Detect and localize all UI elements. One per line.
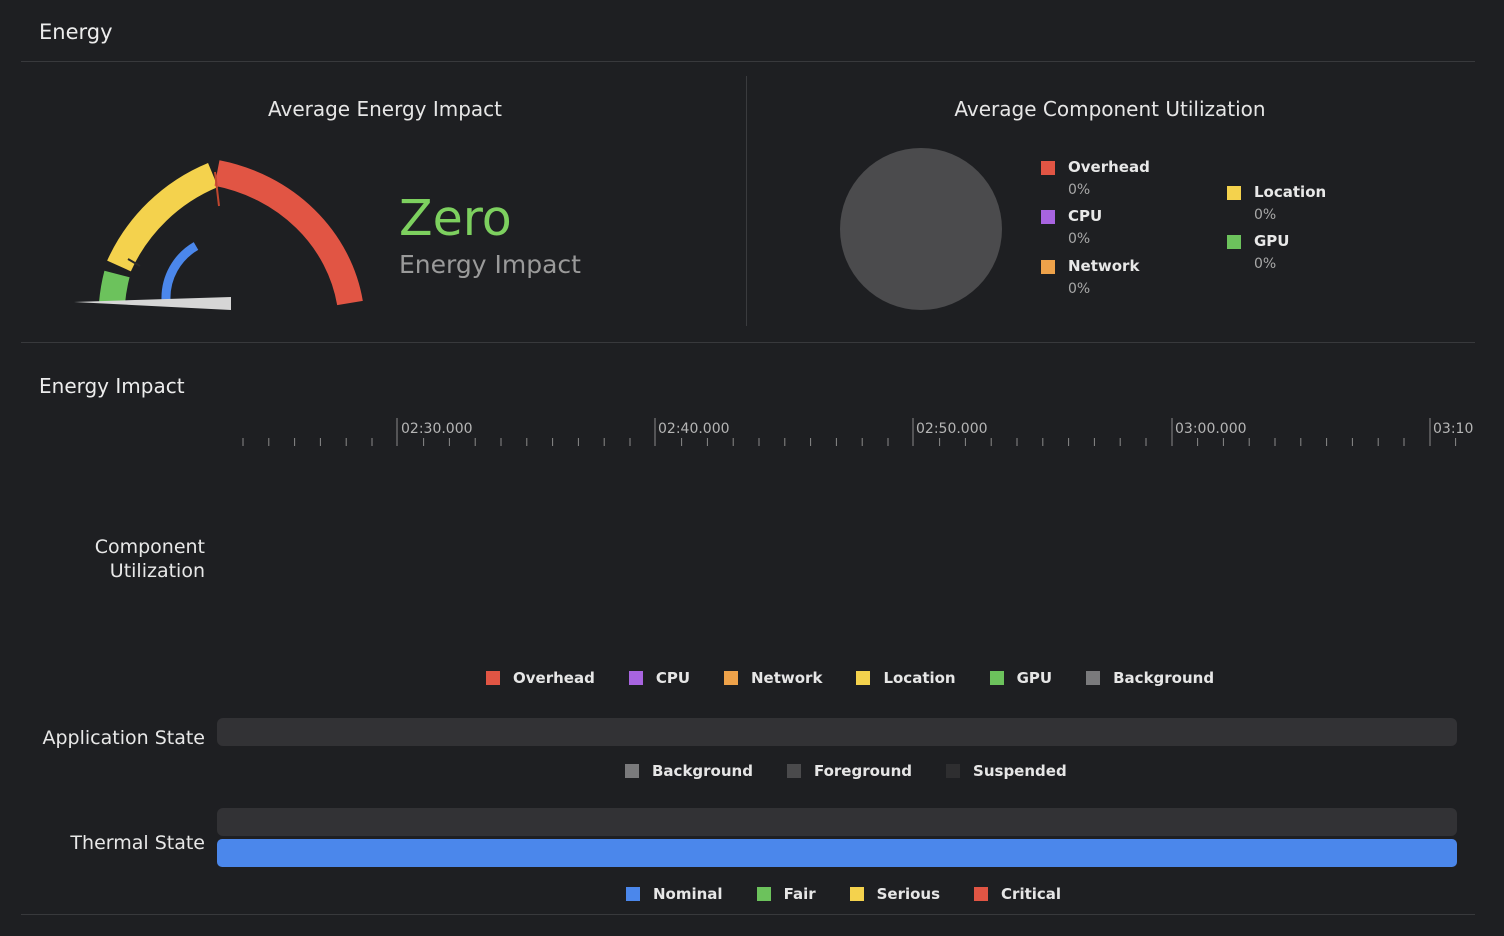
component-utilization-label: Component Utilization [20,535,205,583]
footer-divider [21,914,1475,915]
tick-label-2: 02:50.000 [916,421,988,437]
ts-serious-swatch [849,887,864,901]
gauge-red-segment [214,160,363,306]
cu-location-label: Location [883,669,956,687]
cu-network-label: Network [751,669,823,687]
thermal-state-track[interactable] [217,808,1457,836]
ts-nominal-label: Nominal [653,885,723,903]
gauge-blue-needle-arc [161,242,199,301]
as-legend-background: Background [625,762,753,780]
location-swatch [1227,186,1241,200]
application-state-legend: Background Foreground Suspended [625,762,1067,780]
thermal-state-legend: Nominal Fair Serious Critical [626,885,1061,903]
tick-label-3: 03:00.000 [1175,421,1247,437]
gauge-needle [74,297,231,310]
as-legend-suspended: Suspended [946,762,1067,780]
summary-divider [21,342,1475,343]
thermal-state-label: Thermal State [70,832,205,854]
ts-critical-label: Critical [1001,885,1062,903]
cpu-pct: 0% [1068,231,1091,247]
component-utilization-label-line1: Component [94,536,205,558]
gauge-yellow-segment [107,162,219,272]
ts-legend-nominal: Nominal [626,885,723,903]
ts-legend-serious: Serious [849,885,941,903]
location-pct: 0% [1254,207,1277,223]
ts-fair-label: Fair [783,885,816,903]
timeline-ticks [242,418,1457,446]
cu-legend-cpu: CPU [628,669,690,687]
gpu-pct: 0% [1254,256,1277,272]
gpu-swatch [1227,235,1241,249]
cu-cpu-label: CPU [655,669,690,687]
tick-label-0: 02:30.000 [401,421,473,437]
component-utilization-legend: Overhead CPU Network Location GPU Backgr… [486,669,1214,687]
cu-gpu-swatch [989,671,1004,685]
cu-legend-gpu: GPU [989,669,1053,687]
application-state-track[interactable] [217,718,1457,746]
energy-gauge [74,160,363,310]
ts-legend-critical: Critical [974,885,1061,903]
overhead-swatch [1041,161,1055,175]
timeline-title: Energy Impact [39,374,185,398]
panel-divider [746,76,747,326]
thermal-nominal-bar[interactable] [217,839,1457,867]
location-label: Location [1254,183,1327,201]
as-suspended-label: Suspended [973,762,1067,780]
component-utilization-label-line2: Utilization [109,560,205,582]
gpu-label: GPU [1254,232,1290,250]
cu-cpu-swatch [628,671,643,685]
cu-legend-background: Background [1086,669,1214,687]
as-background-label: Background [652,762,753,780]
as-background-swatch [625,764,639,778]
energy-panel-title: Average Energy Impact [267,97,503,121]
cu-overhead-label: Overhead [513,669,595,687]
ts-fair-swatch [756,887,771,901]
cu-background-label: Background [1113,669,1215,687]
tick-label-1: 02:40.000 [658,421,730,437]
energy-rating-label: Energy Impact [399,250,581,279]
gauge-green-segment [99,270,130,305]
component-panel-title: Average Component Utilization [954,97,1266,121]
cu-legend-network: Network [724,669,822,687]
network-label: Network [1068,257,1140,275]
cu-location-swatch [856,671,871,685]
cu-background-swatch [1086,671,1101,685]
page-title: Energy [39,20,113,44]
cpu-swatch [1041,210,1055,224]
ts-nominal-swatch [626,887,640,901]
overhead-pct: 0% [1068,182,1091,198]
component-pie-chart [840,148,1002,310]
cu-overhead-swatch [486,671,500,685]
cu-network-swatch [724,671,738,685]
as-suspended-swatch [946,764,961,778]
as-foreground-label: Foreground [813,762,913,780]
energy-rating: Zero [399,190,512,247]
cu-gpu-label: GPU [1016,669,1053,687]
overhead-label: Overhead [1068,158,1150,176]
cu-legend-overhead: Overhead [486,669,595,687]
component-utilization-track[interactable] [217,470,1457,660]
network-swatch [1041,260,1055,274]
ts-serious-label: Serious [876,885,941,903]
network-pct: 0% [1068,281,1091,297]
ts-critical-swatch [974,887,989,901]
as-legend-foreground: Foreground [786,762,913,780]
as-foreground-swatch [786,764,801,778]
tick-label-4: 03:10 [1433,421,1474,437]
ts-legend-fair: Fair [756,885,816,903]
cu-legend-location: Location [856,669,956,687]
application-state-label: Application State [42,727,206,749]
header-divider [21,61,1475,62]
cpu-label: CPU [1068,207,1103,225]
